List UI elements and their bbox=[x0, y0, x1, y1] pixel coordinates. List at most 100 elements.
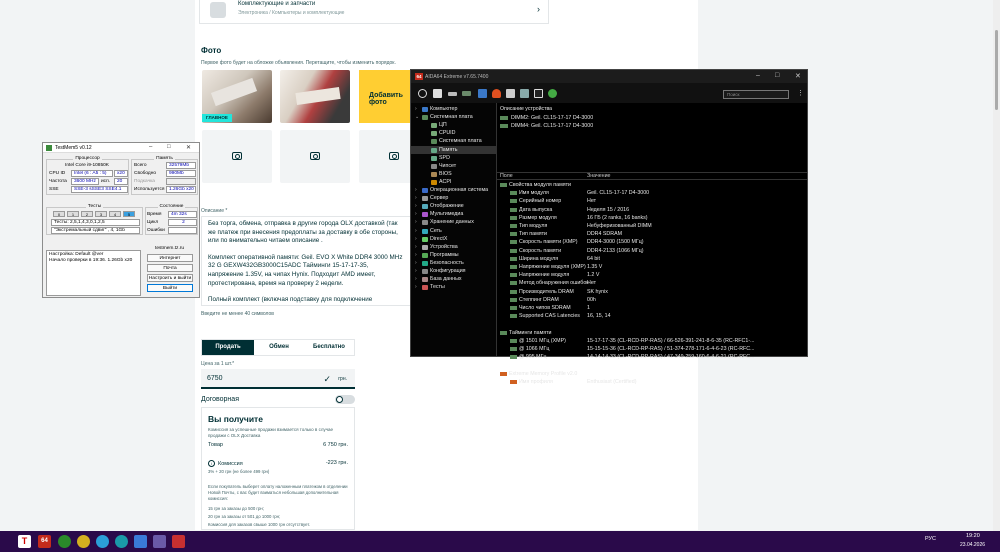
language-indicator[interactable]: РУС bbox=[925, 536, 936, 542]
property-row[interactable]: Напряжение модуля (XMP) 1.35 V bbox=[497, 263, 807, 271]
chevron-right-icon[interactable]: › bbox=[415, 235, 417, 243]
minimize-button[interactable]: – bbox=[756, 72, 760, 79]
page-scrollbar[interactable] bbox=[993, 0, 1000, 531]
configure-exit-button[interactable]: Настроить и выйти bbox=[147, 274, 193, 282]
app-taskbar-icon[interactable] bbox=[153, 535, 166, 548]
price-input[interactable]: 6750 ✓ грн. bbox=[201, 369, 355, 389]
negotiable-toggle[interactable] bbox=[335, 395, 355, 404]
device-dimm2[interactable]: DIMM2: Geil. CL15-17-17 D4-3000 bbox=[500, 114, 593, 122]
chevron-right-icon[interactable]: › bbox=[415, 218, 417, 226]
tree-item[interactable]: › Операционная система bbox=[411, 186, 496, 194]
tab-free[interactable]: Бесплатно bbox=[304, 340, 354, 355]
chevron-right-icon[interactable]: › bbox=[415, 210, 417, 218]
property-row[interactable]: Размер модуля 16 ГБ (2 ranks, 16 banks) bbox=[497, 214, 807, 222]
tree-item[interactable]: Системная плата bbox=[411, 137, 496, 145]
maximize-button[interactable]: □ bbox=[167, 144, 171, 150]
property-row[interactable]: Тип модуля Небуферизованный DIMM bbox=[497, 222, 807, 230]
chevron-right-icon[interactable]: › bbox=[415, 251, 417, 259]
chevron-right-icon[interactable]: › bbox=[415, 186, 417, 194]
close-button[interactable]: ✕ bbox=[795, 72, 801, 80]
chevron-right-icon[interactable]: › bbox=[415, 259, 417, 267]
property-row[interactable]: Метод обнаружения ошибок Нет bbox=[497, 279, 807, 287]
chevron-right-icon[interactable]: › bbox=[415, 194, 417, 202]
memory-icon[interactable] bbox=[462, 91, 471, 96]
property-row[interactable]: Supported CAS Latencies 16, 15, 14 bbox=[497, 312, 807, 320]
tree-item[interactable]: Память bbox=[411, 145, 496, 154]
scrollbar-thumb[interactable] bbox=[995, 30, 998, 110]
network-icon[interactable] bbox=[506, 89, 515, 98]
refresh-icon[interactable] bbox=[418, 89, 427, 98]
property-row[interactable]: @ 1501 МГц (XMP) 15-17-17-35 (CL-RCD-RP-R… bbox=[497, 337, 807, 345]
minimize-button[interactable]: – bbox=[149, 144, 152, 150]
mail-button[interactable]: Почта bbox=[147, 264, 193, 272]
more-menu-icon[interactable]: ⋮ bbox=[797, 89, 804, 97]
clock-date[interactable]: 23.04.2026 bbox=[960, 542, 985, 548]
property-row[interactable]: @ 1066 МГц 15-15-15-36 (CL-RCD-RP-RAS) / … bbox=[497, 345, 807, 353]
property-row[interactable]: Напряжение модуля 1.2 V bbox=[497, 271, 807, 279]
tree-item[interactable]: BIOS bbox=[411, 170, 496, 178]
tree-item[interactable]: › Компьютер bbox=[411, 105, 496, 113]
chevron-down-icon[interactable]: ⌄ bbox=[415, 113, 419, 121]
tools-icon[interactable] bbox=[520, 89, 529, 98]
chevron-right-icon[interactable]: › bbox=[415, 227, 417, 235]
exit-button[interactable]: Выйти bbox=[147, 284, 193, 292]
property-section[interactable]: Extreme Memory Profile v2.0 bbox=[497, 370, 807, 378]
info-icon[interactable]: i bbox=[208, 460, 215, 467]
tree-item[interactable]: CPUID bbox=[411, 129, 496, 137]
telegram-taskbar-icon[interactable] bbox=[96, 535, 109, 548]
property-row[interactable]: Ширина модуля 64 bit bbox=[497, 255, 807, 263]
tree-item[interactable]: › Отображение bbox=[411, 202, 496, 210]
property-row[interactable]: Производитель DRAM SK hynix bbox=[497, 288, 807, 296]
property-section[interactable]: Тайминги памяти bbox=[497, 329, 807, 337]
tree-item[interactable]: ⌄ Системная плата bbox=[411, 113, 496, 121]
property-row[interactable]: Степпинг DRAM 00h bbox=[497, 296, 807, 304]
property-row[interactable]: Скорость памяти (XMP) DDR4-3000 (1500 МГц… bbox=[497, 238, 807, 246]
tree-item[interactable]: › Хранение данных bbox=[411, 218, 496, 226]
tree-item[interactable]: › Сеть bbox=[411, 227, 496, 235]
photo-slot[interactable] bbox=[202, 130, 272, 183]
tree-item[interactable]: › Устройства bbox=[411, 243, 496, 251]
cache-benchmark-icon[interactable] bbox=[534, 89, 543, 98]
property-row[interactable] bbox=[497, 320, 807, 328]
driver-icon[interactable] bbox=[478, 89, 487, 98]
chevron-right-icon[interactable]: › bbox=[415, 202, 417, 210]
bios-update-icon[interactable] bbox=[448, 92, 457, 96]
tree-item[interactable]: ACPI bbox=[411, 178, 496, 186]
photo-2[interactable] bbox=[280, 70, 350, 123]
chevron-right-icon[interactable]: › bbox=[415, 105, 417, 113]
testmem-taskbar-icon[interactable]: T bbox=[18, 535, 31, 548]
browser-taskbar-icon[interactable] bbox=[115, 535, 128, 548]
site-link[interactable]: testmem.tz.ru bbox=[155, 246, 184, 251]
app-taskbar-icon[interactable] bbox=[134, 535, 147, 548]
photo-slot[interactable] bbox=[280, 130, 350, 183]
tree-item[interactable]: › Конфигурация bbox=[411, 267, 496, 275]
property-section[interactable]: Свойства модуля памяти bbox=[497, 181, 807, 189]
chevron-right-icon[interactable]: › bbox=[415, 243, 417, 251]
sensor-icon[interactable] bbox=[548, 89, 557, 98]
stability-test-icon[interactable] bbox=[492, 89, 501, 98]
property-row[interactable]: Серийный номер Нет bbox=[497, 197, 807, 205]
tree-item[interactable]: › Сервер bbox=[411, 194, 496, 202]
property-row[interactable]: Тип памяти DDR4 SDRAM bbox=[497, 230, 807, 238]
tree-item[interactable]: › Безопасность bbox=[411, 259, 496, 267]
tree-item[interactable]: Чипсет bbox=[411, 162, 496, 170]
device-dimm4[interactable]: DIMM4: Geil. CL15-17-17 D4-3000 bbox=[500, 122, 593, 130]
property-row[interactable]: Скорость памяти DDR4-2133 (1066 МГц) bbox=[497, 247, 807, 255]
aida-titlebar[interactable]: 64 AIDA64 Extreme v7.65.7400 – □ ✕ bbox=[411, 70, 807, 83]
property-row[interactable]: Число чипов SDRAM 1 bbox=[497, 304, 807, 312]
col-field[interactable]: Поле bbox=[500, 173, 513, 180]
testmem-titlebar[interactable]: TestMem5 v0.12 – □ ✕ bbox=[43, 143, 199, 153]
property-row[interactable]: Имя профиля Enthusiast (Certified) bbox=[497, 378, 807, 386]
tree-item[interactable]: ЦП bbox=[411, 121, 496, 129]
chevron-right-icon[interactable]: › bbox=[415, 275, 417, 283]
aida-taskbar-icon[interactable]: 64 bbox=[38, 535, 51, 548]
chevron-right-icon[interactable]: › bbox=[415, 283, 417, 291]
description-textarea[interactable]: Без торга, обмена, отправка в другие гор… bbox=[201, 216, 411, 306]
property-row[interactable] bbox=[497, 361, 807, 369]
chevron-right-icon[interactable]: › bbox=[415, 267, 417, 275]
report-icon[interactable] bbox=[433, 89, 442, 98]
tree-item[interactable]: › DirectX bbox=[411, 235, 496, 243]
search-input[interactable]: Поиск bbox=[723, 90, 789, 99]
tree-item[interactable]: › База данных bbox=[411, 275, 496, 283]
tab-sell[interactable]: Продать bbox=[202, 340, 254, 355]
